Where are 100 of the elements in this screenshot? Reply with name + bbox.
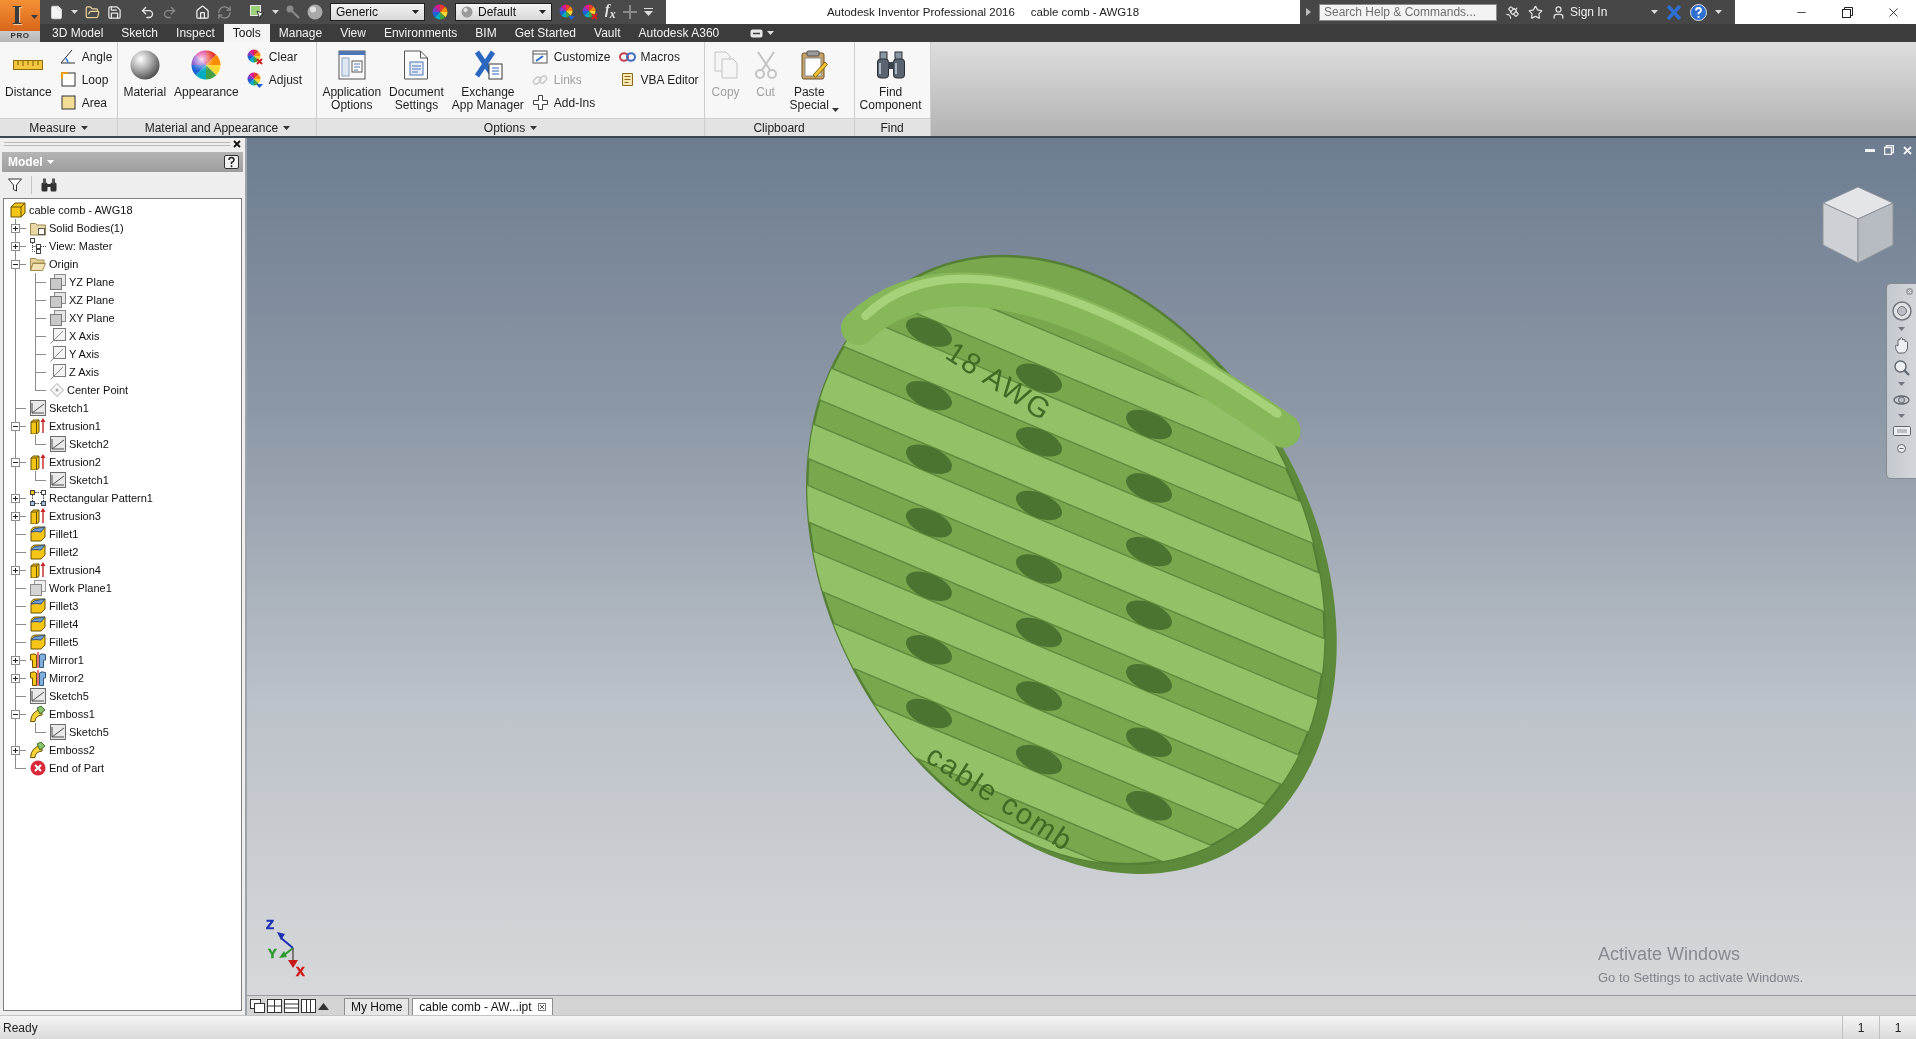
cascade-windows-icon[interactable] [250, 999, 265, 1013]
tool-button[interactable]: Angle [56, 45, 116, 68]
screen-icon[interactable] [1892, 424, 1911, 438]
ring-icon[interactable] [1891, 301, 1912, 321]
menu-caret-icon[interactable] [643, 8, 653, 16]
tree-item[interactable]: Fillet5 [30, 634, 79, 650]
tree-item[interactable]: Extrusion3 [30, 508, 101, 524]
collapse-icon[interactable] [11, 260, 20, 269]
expand-icon[interactable] [11, 566, 20, 575]
search-field[interactable]: Search Help & Commands... [1319, 3, 1497, 21]
tree-item[interactable]: View: Master [30, 238, 113, 254]
ribbon-tab[interactable]: Get Started [505, 24, 586, 42]
new-file-icon[interactable] [49, 4, 64, 20]
tool-button[interactable]: Application Options [319, 42, 385, 118]
ribbon-tab[interactable]: Environments [374, 24, 467, 42]
select-box-icon[interactable] [250, 4, 265, 20]
tree-item[interactable]: Sketch2 [50, 436, 109, 452]
binoculars-icon[interactable] [41, 178, 57, 192]
star-icon[interactable] [1528, 4, 1543, 20]
caret-icon[interactable] [272, 10, 279, 14]
satellite-icon[interactable] [1505, 4, 1520, 20]
tool-button[interactable]: Customize [528, 45, 614, 68]
document-tab[interactable]: cable comb - AW...ipt [412, 998, 553, 1015]
tile-windows-icon[interactable] [267, 999, 282, 1013]
tree-item[interactable]: Sketch5 [50, 724, 109, 740]
tree-item[interactable]: Mirror1 [30, 652, 84, 668]
ribbon-tab[interactable]: Tools [223, 24, 270, 42]
tool-button[interactable]: Loop [56, 68, 116, 91]
redo-icon[interactable] [162, 4, 177, 20]
minimize-icon[interactable] [1865, 148, 1875, 152]
tool-button[interactable]: Add-Ins [528, 91, 614, 114]
application-menu-button[interactable]: I PRO [0, 0, 40, 42]
tree-item[interactable]: Fillet2 [30, 544, 79, 560]
tool-button[interactable]: Adjust [243, 68, 306, 91]
tool-button[interactable]: Distance [2, 42, 55, 118]
undo-icon[interactable] [140, 4, 155, 20]
caret-icon[interactable] [1715, 10, 1723, 14]
save-icon[interactable] [107, 4, 122, 20]
collapse-icon[interactable] [11, 710, 20, 719]
appearance-dropdown[interactable]: Default [455, 3, 552, 21]
restore-icon[interactable] [1841, 6, 1853, 18]
collapse-icon[interactable] [11, 458, 20, 467]
parameters-button[interactable]: f$_{x}$ [605, 1, 616, 23]
caret-icon[interactable] [31, 15, 38, 19]
tree-item[interactable]: Y Axis [50, 346, 100, 362]
sphere-arrow-icon[interactable] [559, 4, 575, 20]
tree-item[interactable]: XY Plane [50, 310, 115, 326]
tool-button[interactable]: VBA Editor [615, 68, 702, 91]
tree-item[interactable]: Emboss1 [30, 706, 95, 722]
collapse-icon[interactable] [11, 422, 20, 431]
caret-icon[interactable] [767, 31, 775, 35]
tree-item[interactable]: Emboss2 [30, 742, 95, 758]
expand-icon[interactable] [11, 656, 20, 665]
tree-item[interactable]: Solid Bodies(1) [30, 220, 124, 236]
tree-item[interactable]: Fillet3 [30, 598, 79, 614]
ribbon-tab[interactable]: Autodesk A360 [629, 24, 729, 42]
close-icon[interactable] [537, 1003, 546, 1011]
tool-button[interactable]: Clear [243, 45, 306, 68]
ribbon-tab[interactable]: Manage [269, 24, 332, 42]
tree-item[interactable]: Rectangular Pattern1 [30, 490, 153, 506]
expand-icon[interactable] [11, 224, 20, 233]
tree-item[interactable]: Work Plane1 [30, 580, 112, 596]
tree-item[interactable]: X Axis [50, 328, 100, 344]
ribbon-tab[interactable]: Vault [585, 24, 630, 42]
panel-toggle-icon[interactable] [750, 28, 764, 38]
eye-icon[interactable] [1893, 392, 1910, 408]
sign-in-button[interactable]: Sign In [1551, 4, 1608, 20]
tree-item[interactable]: Z Axis [50, 364, 99, 380]
open-folder-icon[interactable] [85, 4, 100, 20]
caret-icon[interactable] [71, 10, 78, 14]
ribbon-tab[interactable]: 3D Model [43, 24, 113, 42]
plus-icon[interactable] [622, 5, 637, 19]
tool-button[interactable]: Area [56, 91, 116, 114]
tree-item[interactable]: Extrusion4 [30, 562, 101, 578]
tool-button[interactable]: Paste Special [786, 42, 842, 118]
tool-button[interactable]: Document Settings [386, 42, 447, 118]
arrow-up-icon[interactable] [318, 1002, 329, 1010]
tool-button[interactable]: Macros [615, 45, 702, 68]
ribbon-tab[interactable]: Inspect [167, 24, 224, 42]
material-dropdown[interactable]: Generic [330, 3, 425, 21]
close-icon[interactable] [233, 140, 241, 148]
tree-item[interactable]: Center Point [50, 383, 129, 397]
triangle-icon[interactable] [1306, 8, 1311, 16]
expand-icon[interactable] [11, 494, 20, 503]
tool-button[interactable]: Find Component [856, 42, 925, 118]
tree-item[interactable]: End of Part [30, 760, 105, 776]
ribbon-tab[interactable]: View [331, 24, 375, 42]
ribbon-tab[interactable]: Sketch [112, 24, 168, 42]
document-tab[interactable]: My Home [344, 998, 410, 1015]
minus-circle-icon[interactable] [1897, 444, 1906, 453]
tree-item[interactable]: XZ Plane [50, 292, 115, 308]
filter-icon[interactable] [8, 178, 22, 192]
help-icon[interactable] [224, 154, 239, 170]
tree-item[interactable]: cable comb - AWG18 [10, 202, 133, 218]
tree-item[interactable]: Extrusion1 [30, 418, 101, 434]
tree-item[interactable]: Fillet1 [30, 526, 79, 542]
sphere-x-icon[interactable] [582, 4, 598, 20]
tree-item[interactable]: Origin [30, 257, 79, 271]
tree-item[interactable]: Mirror2 [30, 670, 84, 686]
tree-item[interactable]: Extrusion2 [30, 454, 101, 470]
